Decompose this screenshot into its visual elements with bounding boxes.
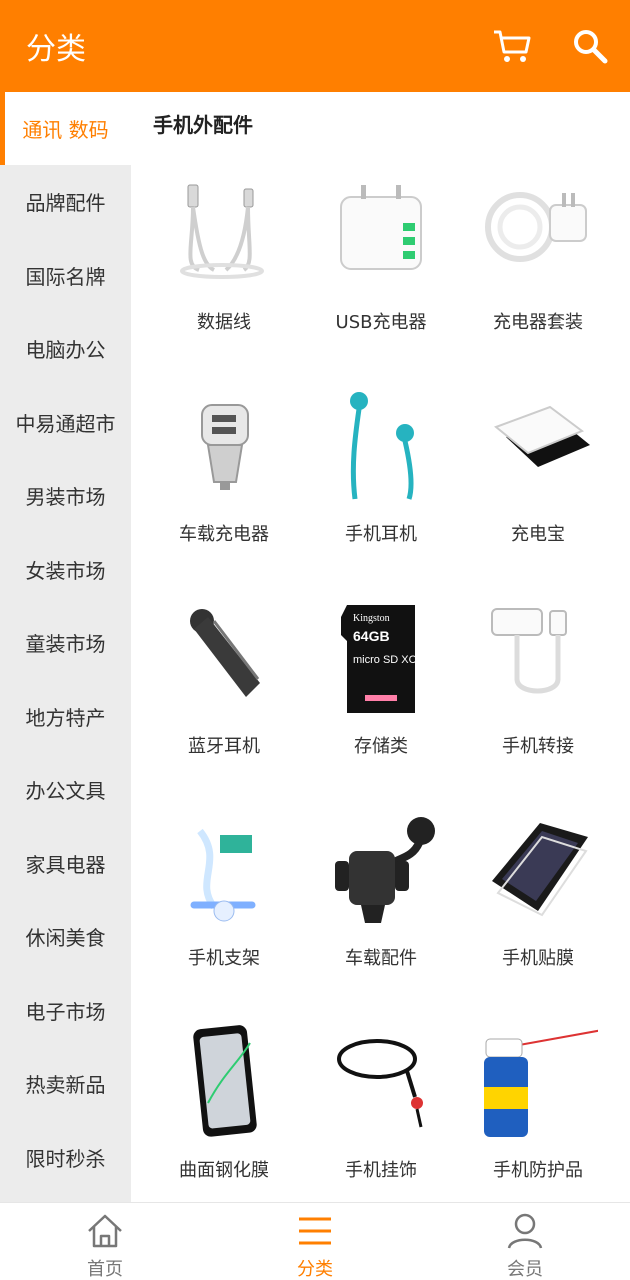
product-bluetooth-headset[interactable]: 蓝牙耳机 [146,599,302,811]
list-icon [299,1217,331,1245]
card-capacity-text: 64GB [353,628,390,644]
tab-category[interactable]: 分类 [210,1203,420,1280]
car-charger-icon [201,404,249,490]
sidebar-item-label: 热卖新品 [25,1073,106,1097]
top-header: 分类 [0,0,630,92]
product-label: 充电宝 [511,524,565,545]
product-label: 蓝牙耳机 [188,736,260,757]
sidebar-item-label: 办公文具 [25,779,106,803]
product-phone-stand[interactable]: 手机支架 [146,811,302,1023]
sidebar-item-label: 童装市场 [25,632,106,656]
sidebar-item-label: 电子市场 [25,1000,106,1024]
sidebar-item-hot-new[interactable]: 热卖新品 [0,1047,131,1120]
sidebar-item-international-brands[interactable]: 国际名牌 [0,239,131,312]
spray-can-icon [484,1029,598,1137]
product-label: 数据线 [197,312,251,333]
sidebar-item-appliances[interactable]: 家具电器 [0,827,131,900]
tab-label: 首页 [87,1259,123,1280]
sidebar-item-label: 国际名牌 [25,265,106,289]
product-label: 手机转接 [502,736,574,757]
sidebar-item-label: 休闲美食 [25,926,106,950]
product-label: 曲面钢化膜 [179,1160,269,1181]
sidebar-item-womenswear[interactable]: 女装市场 [0,533,131,606]
product-label: 手机挂饰 [345,1160,417,1181]
sidebar-item-label: 通讯 数码 [22,118,109,142]
product-label: 存储类 [354,736,408,757]
sidebar-item-label: 品牌配件 [25,191,106,215]
sidebar-item-flash-sale[interactable]: 限时秒杀 [0,1121,131,1194]
product-label: 手机支架 [188,948,260,969]
sidebar-item-electronics[interactable]: 电子市场 [0,974,131,1047]
screen-protector-icon [492,823,588,917]
product-grid: 手机外配件 数据线 USB充电器 充电器套装 车载充电器 手机耳机 充电宝 蓝牙… [131,92,630,1202]
sidebar-item-label: 家具电器 [25,853,106,877]
bluetooth-headset-icon [190,609,260,697]
product-data-cable[interactable]: 数据线 [146,175,302,387]
product-usb-charger[interactable]: USB充电器 [303,175,459,387]
cart-icon[interactable] [492,28,532,64]
sidebar-item-snacks[interactable]: 休闲美食 [0,900,131,973]
sidebar-item-label: 女装市场 [25,559,106,583]
product-charger-set[interactable]: 充电器套装 [460,175,616,387]
sidebar-item-supermarket[interactable]: 中易通超市 [0,386,131,459]
sidebar-item-label: 地方特产 [25,706,106,730]
product-sd-card[interactable]: Kingston 64GB micro SD XC 存储类 [303,599,459,811]
sidebar-item-kidswear[interactable]: 童装市场 [0,606,131,679]
data-cable-icon [180,184,264,279]
sidebar-item-local-specialties[interactable]: 地方特产 [0,680,131,753]
sidebar-item-digital[interactable]: 通讯 数码 [0,92,131,165]
sidebar-item-label: 男装市场 [25,485,106,509]
earphone-icon [350,392,414,500]
product-label: 充电器套装 [493,312,583,333]
product-label: 车载配件 [345,948,417,969]
product-power-bank[interactable]: 充电宝 [460,387,616,599]
lanyard-icon [337,1039,423,1128]
product-car-mount[interactable]: 车载配件 [303,811,459,1023]
tab-label: 分类 [297,1259,333,1280]
product-label: 车载充电器 [179,524,269,545]
product-screen-protector[interactable]: 手机贴膜 [460,811,616,1023]
sd-card-icon: Kingston 64GB micro SD XC [341,605,417,713]
sidebar-item-label: 限时秒杀 [25,1147,106,1171]
card-brand-text: Kingston [353,613,390,624]
product-label: 手机贴膜 [502,948,574,969]
power-bank-icon [494,405,590,467]
section-title: 手机外配件 [153,113,253,137]
product-earphone[interactable]: 手机耳机 [303,387,459,599]
product-label: USB充电器 [335,312,427,333]
product-label: 手机防护品 [493,1160,583,1181]
adapter-icon [491,608,567,694]
curved-glass-icon [193,1025,257,1137]
sidebar-item-menswear[interactable]: 男装市场 [0,459,131,532]
card-type-text: micro SD XC [353,654,417,666]
sidebar-item-computer-office[interactable]: 电脑办公 [0,312,131,385]
tab-label: 会员 [507,1259,543,1280]
usb-charger-icon [340,185,422,270]
bottom-tab-bar: 首页 分类 会员 [0,1202,630,1280]
home-icon [88,1214,122,1248]
charger-set-icon [485,192,587,262]
sidebar-item-stationery[interactable]: 办公文具 [0,753,131,826]
sidebar-item-label: 电脑办公 [25,338,106,362]
product-car-charger[interactable]: 车载充电器 [146,387,302,599]
category-sidebar: 通讯 数码 品牌配件 国际名牌 电脑办公 中易通超市 男装市场 女装市场 童装市… [0,92,131,1202]
search-icon[interactable] [572,28,608,64]
page-title: 分类 [26,32,86,67]
tab-member[interactable]: 会员 [420,1203,630,1280]
sidebar-item-label: 中易通超市 [15,412,116,436]
product-adapter[interactable]: 手机转接 [460,599,616,811]
phone-stand-icon [190,828,256,922]
car-mount-icon [335,817,435,923]
sidebar-item-brand-accessories[interactable]: 品牌配件 [0,165,131,238]
product-label: 手机耳机 [345,524,417,545]
user-icon [507,1213,543,1249]
tab-home[interactable]: 首页 [0,1203,210,1280]
